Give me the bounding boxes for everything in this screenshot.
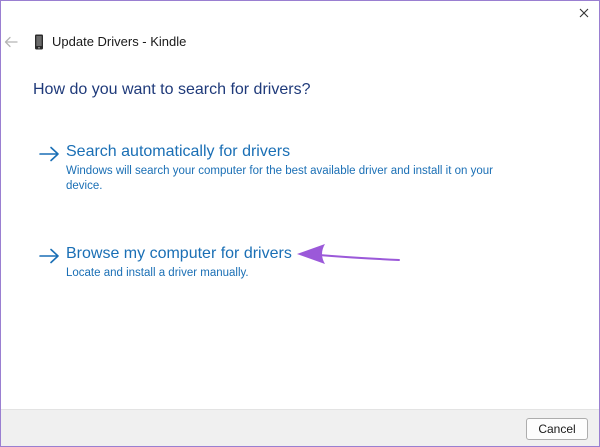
search-automatically-description: Windows will search your computer for th… <box>66 165 493 192</box>
page-heading: How do you want to search for drivers? <box>33 81 311 98</box>
arrow-right-icon <box>39 146 59 162</box>
dialog-footer: Cancel <box>1 409 599 446</box>
dialog-header: Update Drivers - Kindle <box>1 31 599 53</box>
back-button[interactable] <box>3 32 19 52</box>
phone-device-icon <box>35 34 43 50</box>
browse-computer-title: Browse my computer for drivers <box>66 245 292 262</box>
update-drivers-dialog: Update Drivers - Kindle How do you want … <box>0 0 600 447</box>
back-arrow-icon <box>4 36 18 48</box>
arrow-right-icon <box>39 248 59 264</box>
browse-computer-description: Locate and install a driver manually. <box>66 267 249 279</box>
close-icon <box>579 8 589 18</box>
cancel-button[interactable]: Cancel <box>526 418 588 440</box>
close-button[interactable] <box>573 3 595 23</box>
dialog-title: Update Drivers - Kindle <box>52 34 187 49</box>
search-automatically-title: Search automatically for drivers <box>66 143 291 160</box>
pointer-arrow-icon <box>297 244 400 264</box>
